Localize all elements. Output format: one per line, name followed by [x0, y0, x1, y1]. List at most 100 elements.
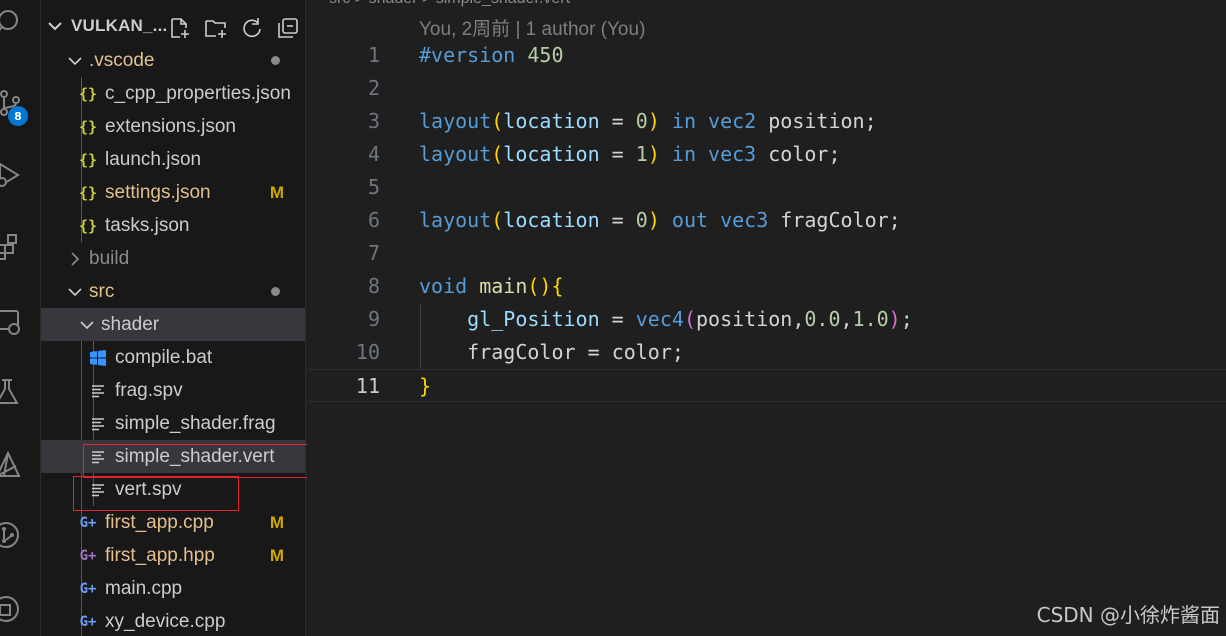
vscode-window: 8 VULKAN_... .vscode {} c_cpp_properties…: [0, 0, 1226, 636]
tree-item-label: first_app.hpp: [105, 544, 215, 566]
cmake-icon[interactable]: [0, 448, 41, 482]
tree-file-simple-shader-frag[interactable]: simple_shader.frag: [41, 407, 305, 440]
chevron-down-icon: [65, 287, 85, 297]
line-number: 10: [355, 340, 380, 364]
cpp-file-icon: G+: [79, 613, 97, 630]
code-text: }: [419, 374, 432, 398]
highlight-box: [73, 476, 239, 511]
tree-file-xy-device-cpp[interactable]: G+ xy_device.cpp: [41, 605, 305, 636]
text-file-icon: [87, 384, 109, 398]
modified-dot-indicator: [271, 287, 280, 296]
tree-folder-shader[interactable]: shader: [41, 308, 305, 341]
json-file-icon: {}: [78, 117, 98, 136]
line-number: 4: [367, 142, 380, 166]
windows-icon: [87, 349, 109, 367]
json-file-icon: {}: [78, 150, 98, 169]
git-blame-lens[interactable]: You, 2周前 | 1 author (You): [419, 14, 645, 41]
line-number: 3: [367, 109, 380, 133]
tree-item-label: frag.spv: [115, 379, 183, 401]
tree-file-compile-bat[interactable]: compile.bat: [41, 341, 305, 374]
new-folder-icon[interactable]: [202, 14, 230, 42]
json-file-icon: {}: [78, 183, 98, 202]
cpp-file-icon: G+: [79, 580, 97, 597]
code-line[interactable]: 6 layout(location = 0) out vec3 fragColo…: [307, 204, 1226, 237]
line-number: 11: [355, 374, 380, 398]
source-control-badge: 8: [8, 106, 28, 126]
new-file-icon[interactable]: [166, 14, 194, 42]
line-number: 6: [367, 208, 380, 232]
tree-file-first-app-hpp[interactable]: G+ first_app.hpp M: [41, 539, 305, 572]
code-line[interactable]: 10 fragColor = color;: [307, 336, 1226, 369]
tree-folder-vscode[interactable]: .vscode: [41, 44, 305, 77]
search-icon[interactable]: [0, 6, 41, 40]
code-text: layout(location = 0) in vec2 position;: [419, 109, 877, 133]
code-line[interactable]: 9 gl_Position = vec4(position,0.0,1.0);: [307, 303, 1226, 336]
code-line[interactable]: 5: [307, 171, 1226, 204]
code-text: void main(){: [419, 274, 564, 298]
remote-explorer-icon[interactable]: [0, 305, 41, 339]
workspace-title[interactable]: VULKAN_...: [71, 16, 167, 36]
hpp-file-icon: G+: [79, 547, 97, 564]
tree-item-label: settings.json: [105, 181, 211, 203]
code-editor[interactable]: src > shader > simple_shader.vert You, 2…: [307, 0, 1226, 636]
line-number: 9: [367, 307, 380, 331]
tree-item-label: src: [89, 280, 115, 302]
tree-file-launch[interactable]: {} launch.json: [41, 143, 305, 176]
tree-item-label: build: [89, 247, 130, 269]
line-number: 5: [367, 175, 380, 199]
text-file-icon: [87, 417, 109, 431]
tree-item-label: xy_device.cpp: [105, 610, 226, 632]
watermark: CSDN @小徐炸酱面: [1036, 603, 1220, 627]
tree-file-c-cpp-properties[interactable]: {} c_cpp_properties.json: [41, 77, 305, 110]
tree-item-label: c_cpp_properties.json: [105, 82, 291, 104]
line-number: 8: [367, 274, 380, 298]
highlight-box: [83, 444, 337, 478]
tree-file-frag-spv[interactable]: frag.spv: [41, 374, 305, 407]
tree-folder-build[interactable]: build: [41, 242, 305, 275]
tree-item-label: .vscode: [89, 49, 155, 71]
chevron-down-icon: [77, 320, 97, 330]
docker-icon[interactable]: [0, 592, 41, 626]
code-indent-guide: [420, 303, 421, 369]
explorer-toolbar: [166, 14, 302, 42]
code-line-current[interactable]: 11 }: [307, 369, 1226, 402]
chevron-down-icon[interactable]: [47, 17, 63, 36]
activity-bar: 8: [0, 0, 41, 636]
refresh-icon[interactable]: [238, 14, 266, 42]
testing-icon[interactable]: [0, 375, 41, 409]
tree-file-tasks[interactable]: {} tasks.json: [41, 209, 305, 242]
line-number: 2: [367, 76, 380, 100]
breadcrumb[interactable]: src > shader > simple_shader.vert: [329, 0, 570, 8]
collapse-all-icon[interactable]: [274, 14, 302, 42]
explorer-header[interactable]: VULKAN_...: [41, 0, 305, 44]
explorer-sidebar: VULKAN_... .vscode {} c_cpp_properties.j…: [41, 0, 306, 636]
tree-item-label: shader: [101, 313, 160, 335]
tree-item-label: tasks.json: [105, 214, 190, 236]
run-debug-icon[interactable]: [0, 158, 41, 192]
tree-item-label: first_app.cpp: [105, 511, 214, 533]
tree-file-extensions[interactable]: {} extensions.json: [41, 110, 305, 143]
code-line[interactable]: 3 layout(location = 0) in vec2 position;: [307, 105, 1226, 138]
tree-file-settings[interactable]: {} settings.json M: [41, 176, 305, 209]
code-text: layout(location = 0) out vec3 fragColor;: [419, 208, 901, 232]
code-text: fragColor = color;: [467, 340, 684, 364]
line-number: 7: [367, 241, 380, 265]
chevron-down-icon: [65, 56, 85, 66]
tree-folder-src[interactable]: src: [41, 275, 305, 308]
modified-dot-indicator: [271, 56, 280, 65]
code-line[interactable]: 4 layout(location = 1) in vec3 color;: [307, 138, 1226, 171]
code-line[interactable]: 7: [307, 237, 1226, 270]
chevron-right-icon: [65, 251, 85, 266]
code-line[interactable]: 2: [307, 72, 1226, 105]
modified-status-badge: M: [269, 512, 284, 532]
json-file-icon: {}: [78, 216, 98, 235]
code-line[interactable]: 8 void main(){: [307, 270, 1226, 303]
code-line[interactable]: 1 #version 450: [307, 39, 1226, 72]
code-text: #version 450: [419, 43, 564, 67]
code-text: gl_Position = vec4(position,0.0,1.0);: [467, 307, 913, 331]
cpp-file-icon: G+: [79, 514, 97, 531]
tree-item-label: extensions.json: [105, 115, 236, 137]
extensions-icon[interactable]: [0, 230, 41, 264]
git-graph-icon[interactable]: [0, 518, 41, 552]
tree-file-main-cpp[interactable]: G+ main.cpp: [41, 572, 305, 605]
